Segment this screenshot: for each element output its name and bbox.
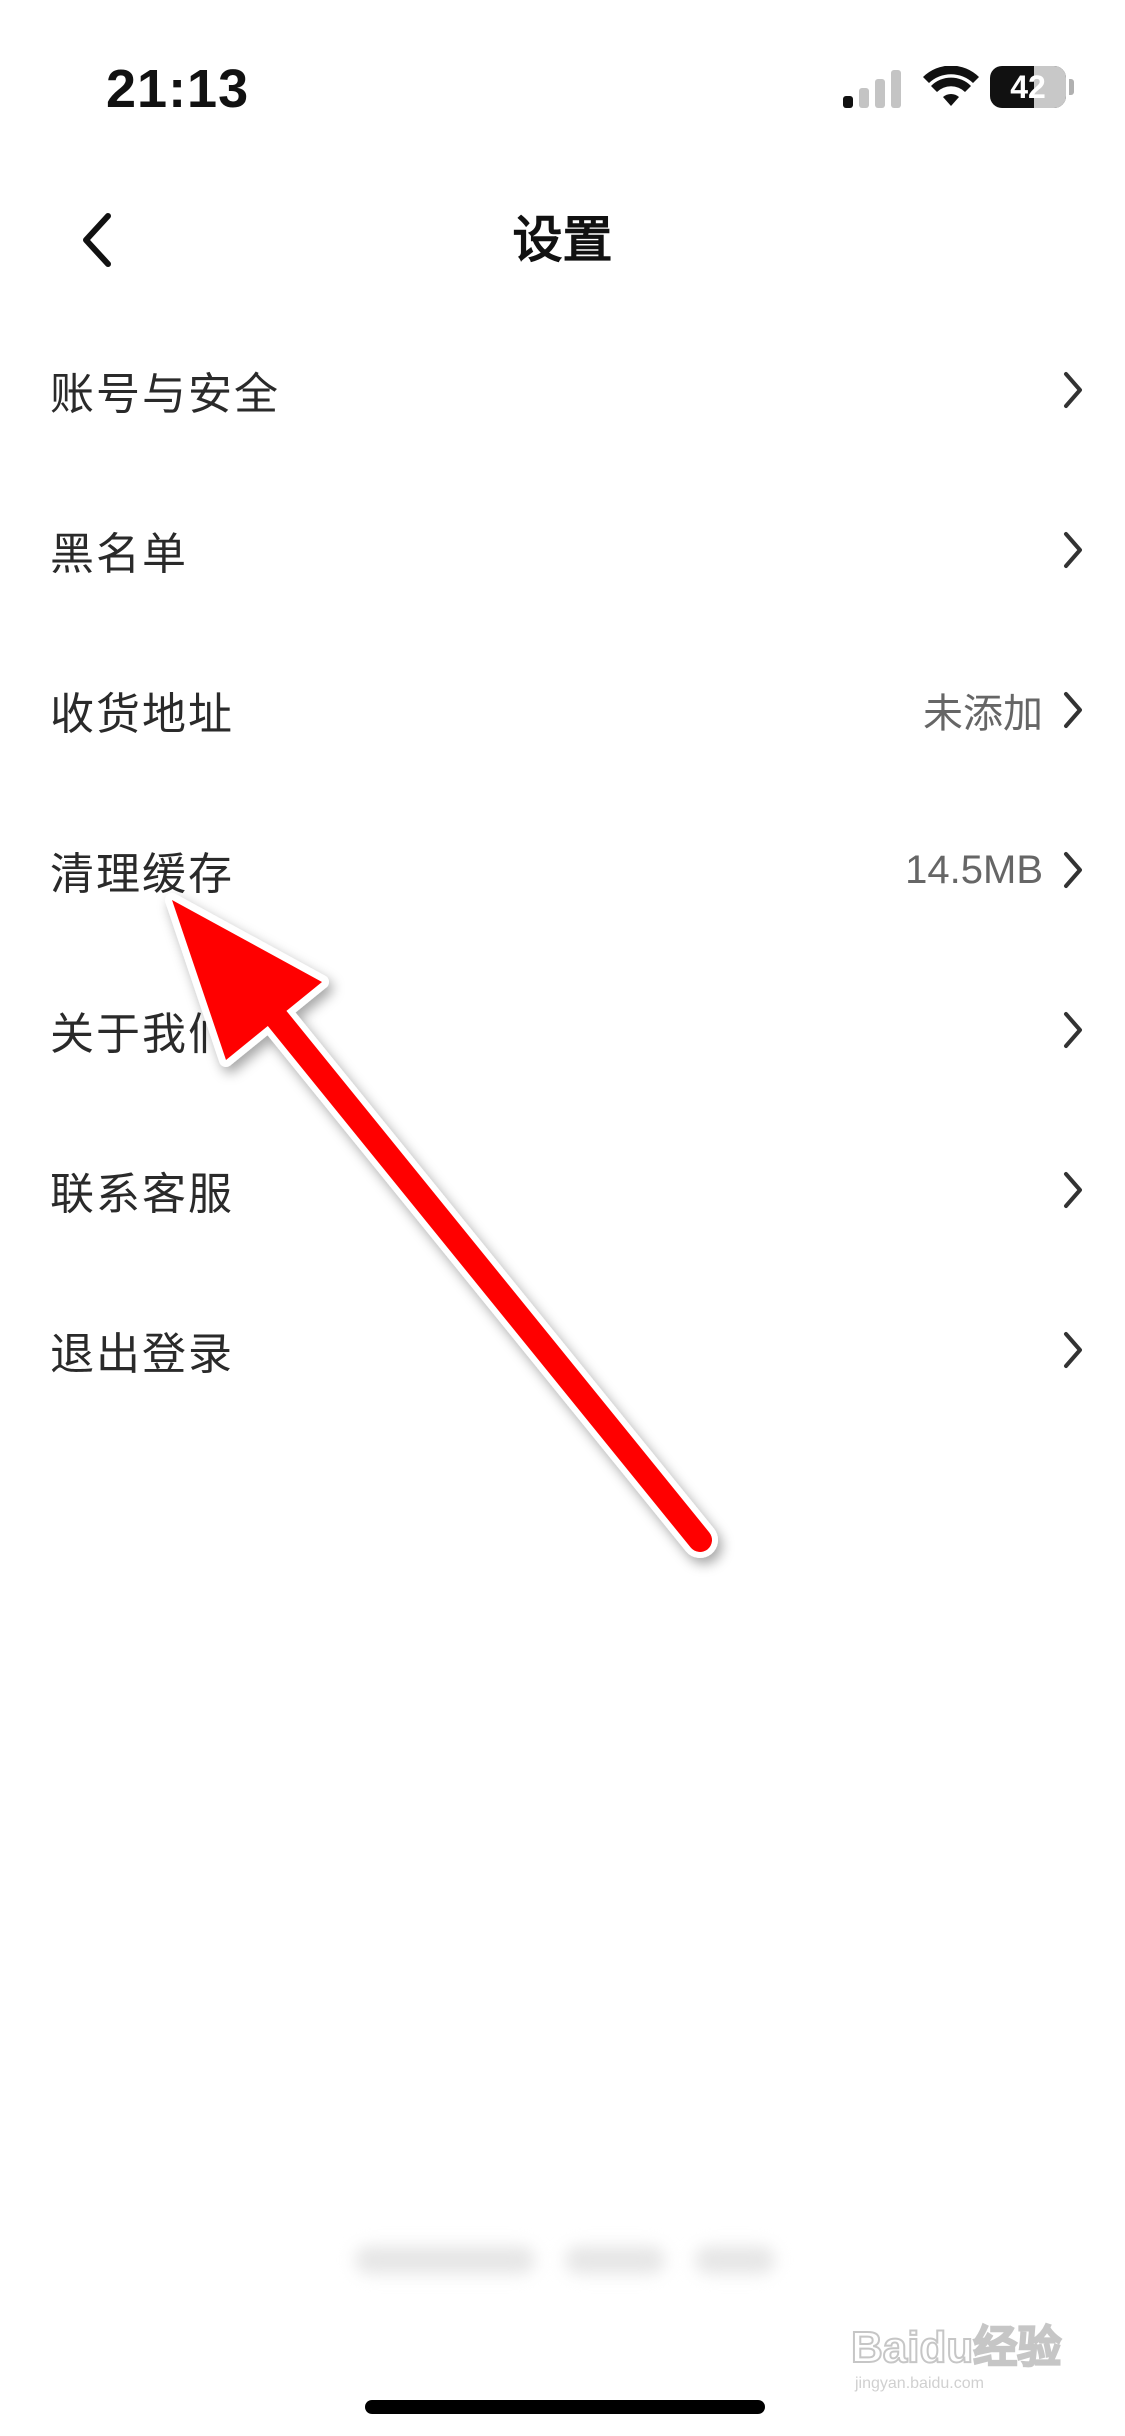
settings-item-value: 14.5MB	[905, 847, 1043, 892]
home-indicator[interactable]	[365, 2400, 765, 2414]
battery-icon: 42	[990, 66, 1066, 108]
footer-blurred-text	[355, 2230, 775, 2290]
baidu-watermark-icon: Baidu经验 jingyan.baidu.com	[851, 2322, 1062, 2392]
nav-bar: 设置	[0, 180, 1125, 320]
chevron-right-icon	[1064, 1172, 1082, 1208]
chevron-right-icon	[1064, 852, 1082, 888]
settings-item-label: 清理缓存	[50, 849, 234, 900]
settings-item-label: 黑名单	[50, 529, 188, 580]
settings-item-account-security[interactable]: 账号与安全	[0, 310, 1125, 470]
settings-item-blacklist[interactable]: 黑名单	[0, 470, 1125, 630]
settings-list: 账号与安全 黑名单 收货地址 未添加 清理缓存 14.5MB 关于我们 联系客服	[0, 310, 1125, 1430]
wifi-icon	[923, 66, 979, 106]
settings-item-label: 账号与安全	[50, 369, 280, 420]
chevron-right-icon	[1064, 692, 1082, 728]
settings-item-label: 收货地址	[50, 689, 234, 740]
back-button[interactable]	[48, 190, 148, 290]
cellular-signal-icon	[843, 70, 901, 108]
chevron-right-icon	[1064, 1012, 1082, 1048]
chevron-right-icon	[1064, 532, 1082, 568]
chevron-right-icon	[1064, 1332, 1082, 1368]
chevron-left-icon	[83, 213, 111, 267]
status-time: 21:13	[106, 59, 250, 119]
watermark-text: Baidu经验	[851, 2323, 1061, 2372]
settings-item-logout[interactable]: 退出登录	[0, 1270, 1125, 1430]
page-title: 设置	[512, 211, 613, 269]
settings-item-about-us[interactable]: 关于我们	[0, 950, 1125, 1110]
settings-item-value: 未添加	[923, 691, 1043, 737]
battery-cap	[1069, 79, 1074, 95]
battery-level: 42	[1010, 69, 1046, 105]
settings-item-contact-support[interactable]: 联系客服	[0, 1110, 1125, 1270]
watermark-subtext: jingyan.baidu.com	[854, 2375, 984, 2392]
chevron-right-icon	[1064, 372, 1082, 408]
settings-item-clear-cache[interactable]: 清理缓存 14.5MB	[0, 790, 1125, 950]
settings-item-label: 退出登录	[50, 1329, 234, 1380]
status-bar: 21:13 42	[0, 0, 1125, 180]
settings-item-label: 关于我们	[50, 1009, 234, 1060]
settings-item-shipping-address[interactable]: 收货地址 未添加	[0, 630, 1125, 790]
settings-item-label: 联系客服	[50, 1169, 234, 1220]
